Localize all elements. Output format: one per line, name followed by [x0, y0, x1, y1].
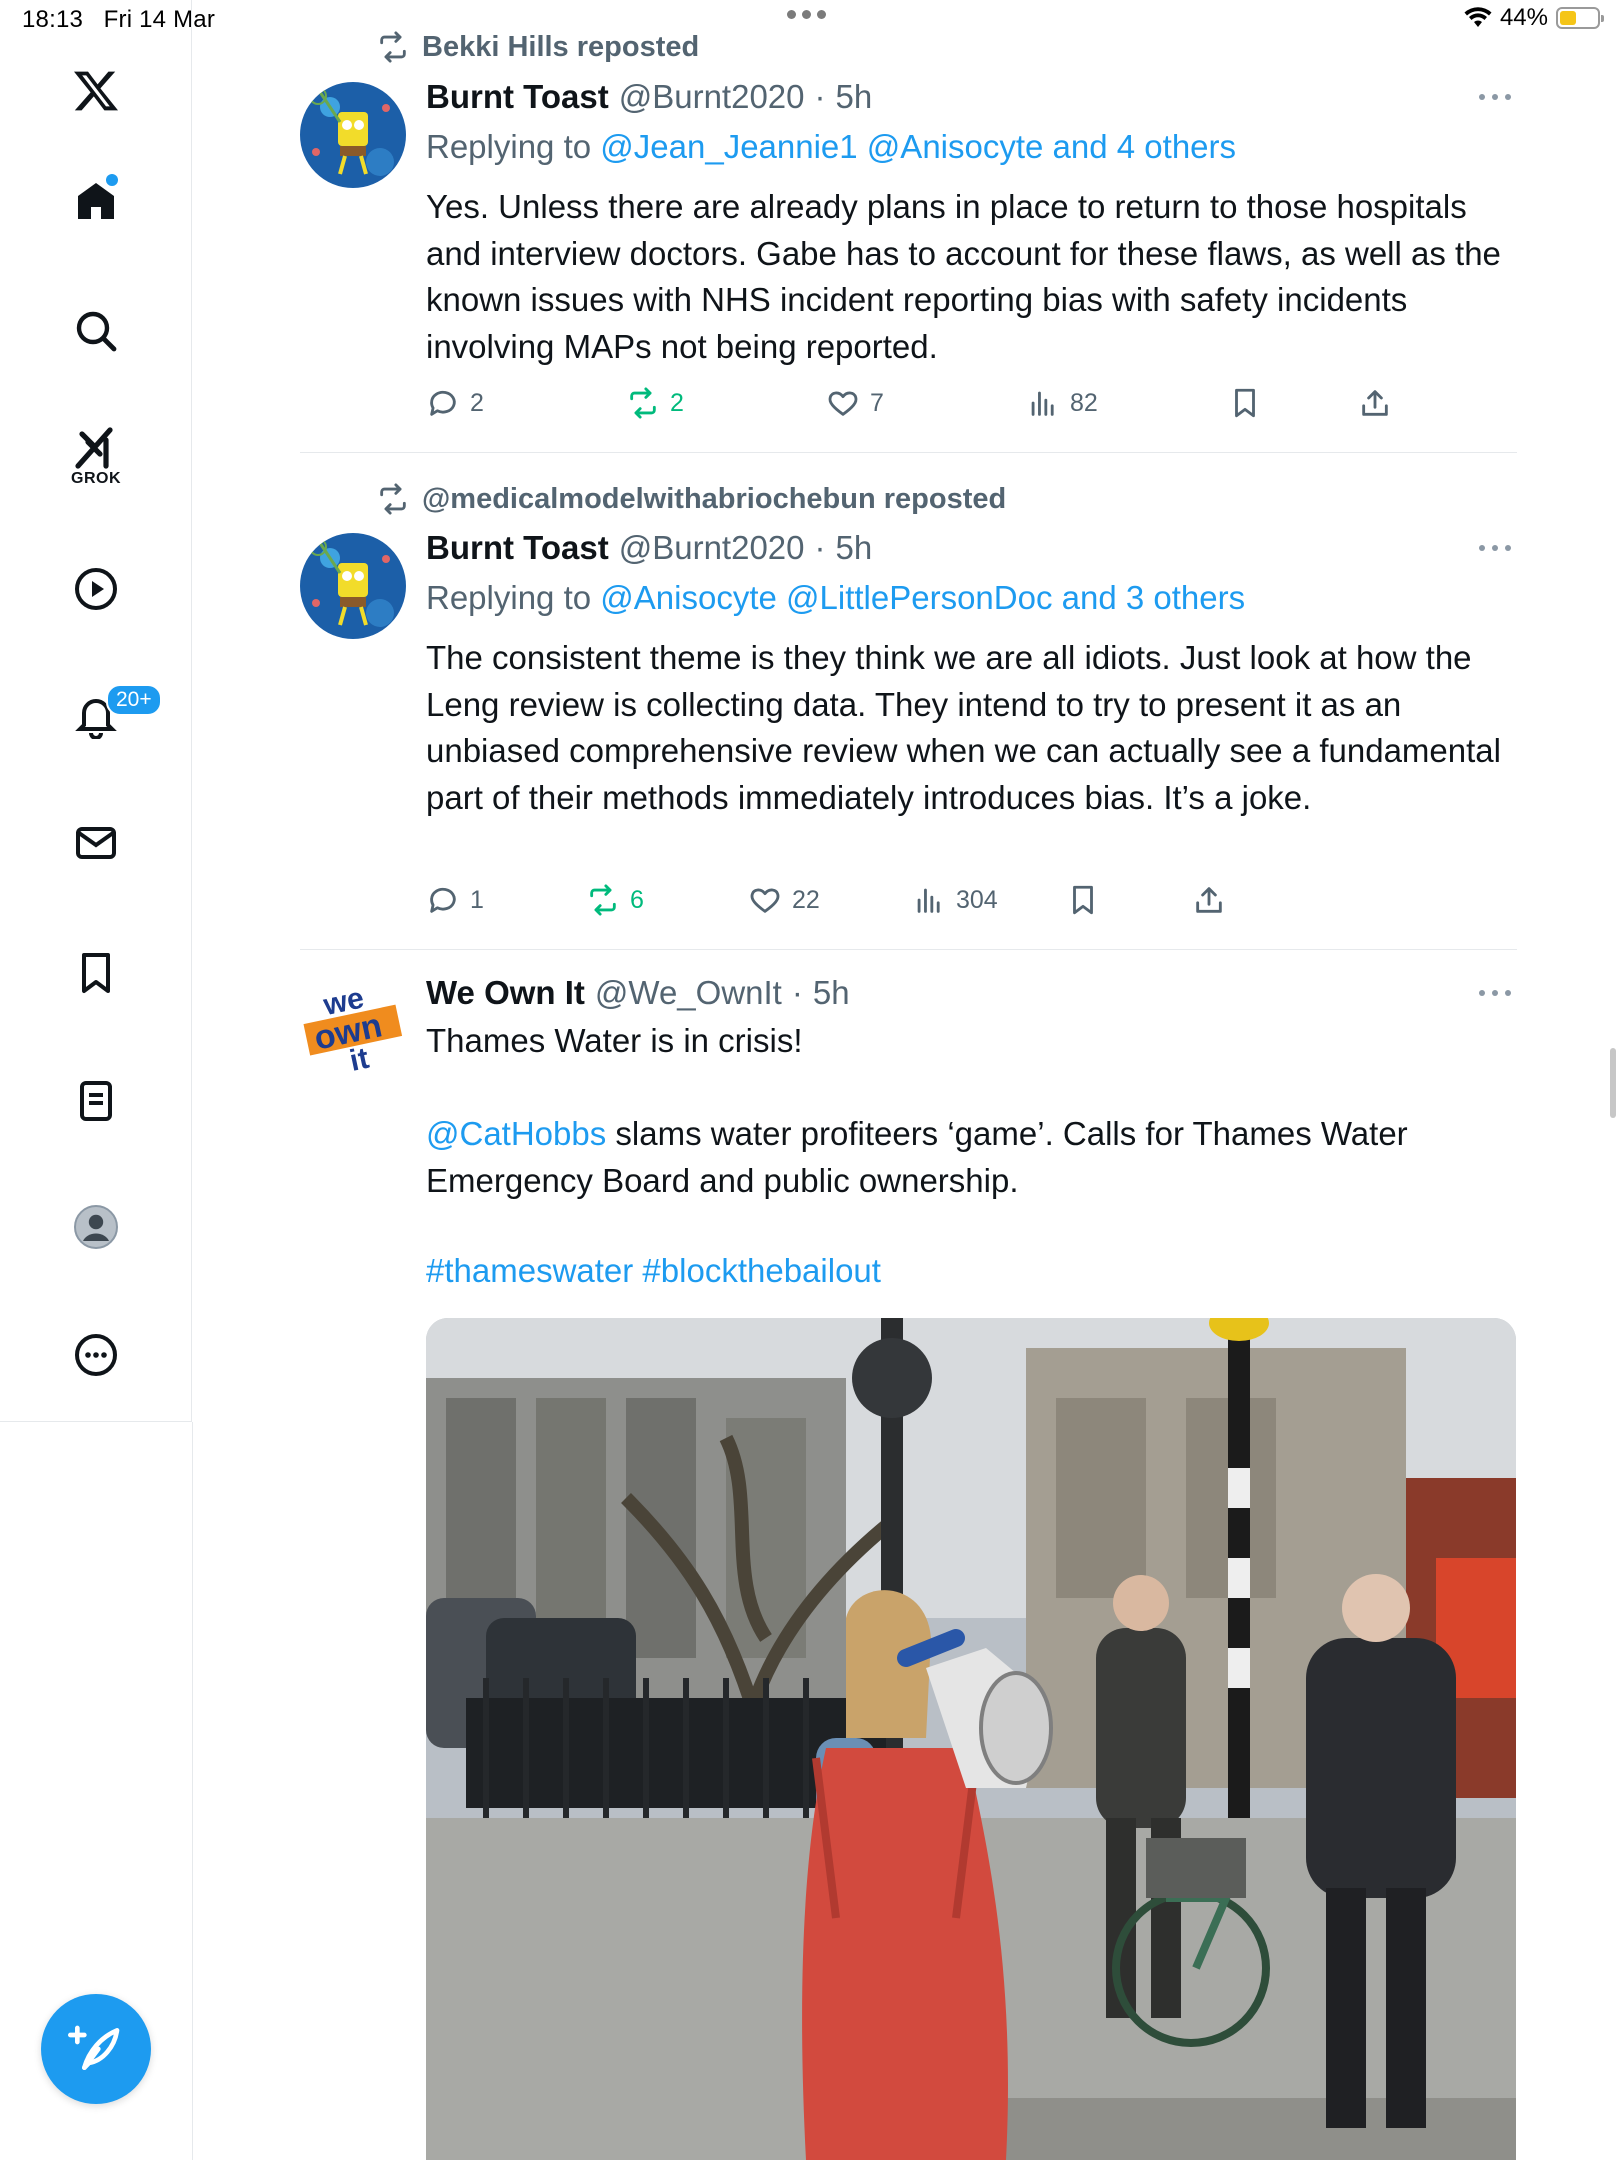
reply-bubble-icon	[430, 390, 456, 416]
sidebar: GROK 20+	[0, 0, 192, 1422]
bookmark-icon	[1073, 885, 1093, 915]
heart-icon	[828, 391, 858, 416]
views-button[interactable]: 82	[1026, 386, 1098, 420]
search-icon[interactable]	[56, 296, 136, 366]
grok-icon[interactable]: GROK	[56, 420, 136, 490]
notifications-count-badge: 20+	[106, 684, 162, 716]
share-button[interactable]	[1358, 386, 1392, 420]
reply-context: Replying to @Jean_Jeannie1 @Anisocyte an…	[426, 128, 1237, 165]
display-name[interactable]: Burnt Toast	[426, 529, 609, 567]
tweet-header: We Own It @We_OwnIt · 5h	[426, 974, 850, 1012]
feather-plus-icon	[68, 2025, 120, 2070]
profile-avatar-icon[interactable]	[56, 1192, 136, 1262]
scrollbar[interactable]	[1610, 1048, 1616, 1118]
tweet[interactable]: Burnt Toast @Burnt2020 · 5h Replying to …	[300, 529, 1517, 949]
compose-post-button[interactable]	[41, 1994, 151, 2104]
reply-count: 1	[470, 885, 484, 914]
notifications-bell-icon[interactable]: 20+	[56, 680, 162, 750]
lists-icon[interactable]	[56, 1066, 136, 1136]
like-button[interactable]: 22	[748, 883, 820, 917]
share-icon	[1196, 887, 1222, 913]
tweet-text: The consistent theme is they think we ar…	[426, 639, 1501, 816]
bookmark-button[interactable]	[1066, 883, 1100, 917]
bookmark-icon	[1235, 388, 1255, 418]
user-avatar[interactable]	[300, 82, 406, 188]
user-handle[interactable]: @Burnt2020	[619, 78, 805, 116]
repost-by-text: Bekki Hills reposted	[422, 30, 700, 63]
messages-envelope-icon[interactable]	[56, 808, 136, 878]
reply-button[interactable]: 1	[426, 883, 484, 917]
reply-mentions-link[interactable]: @Anisocyte @LittlePersonDoc and 3 others	[600, 579, 1245, 616]
repost-indicator: @medicalmodelwithabriochebun reposted	[376, 482, 1006, 516]
repost-count: 6	[630, 885, 644, 914]
repost-by-text: @medicalmodelwithabriochebun reposted	[422, 482, 1007, 515]
tweet-more-icon[interactable]	[1475, 82, 1515, 112]
battery-percent: 44%	[1499, 4, 1548, 31]
tweet-divider	[300, 452, 1517, 453]
tweet-header: Burnt Toast @Burnt2020 · 5h	[426, 529, 873, 567]
view-count: 304	[956, 885, 998, 914]
like-count: 22	[792, 885, 820, 914]
user-avatar[interactable]: we own it	[300, 978, 406, 1084]
sidebar-divider	[192, 1422, 193, 2160]
views-button[interactable]: 304	[912, 883, 998, 917]
grok-label: GROK	[71, 470, 121, 487]
repost-icon	[380, 483, 406, 515]
wifi-icon	[1464, 7, 1492, 27]
bookmark-button[interactable]	[1228, 386, 1262, 420]
repost-icon	[380, 31, 406, 63]
tweet-text-line2: @CatHobbs slams water profiteers ‘game’.…	[426, 1115, 1408, 1199]
x-logo-icon[interactable]	[56, 56, 136, 126]
home-icon[interactable]	[56, 166, 136, 236]
share-button[interactable]	[1192, 883, 1226, 917]
repost-indicator: Bekki Hills reposted	[376, 30, 699, 64]
timestamp[interactable]: 5h	[836, 529, 873, 567]
views-chart-icon	[1031, 391, 1054, 416]
hashtag-links[interactable]: #thameswater #blockthebailout	[426, 1252, 881, 1289]
like-button[interactable]: 7	[826, 386, 884, 420]
multitasking-dots[interactable]	[787, 10, 826, 19]
like-count: 7	[870, 388, 884, 417]
repost-button[interactable]: 6	[586, 883, 644, 917]
display-name[interactable]: Burnt Toast	[426, 78, 609, 116]
repost-button[interactable]: 2	[626, 386, 684, 420]
reply-bubble-icon	[430, 887, 456, 913]
bookmarks-icon[interactable]	[56, 938, 136, 1008]
status-right: 44%	[1464, 4, 1604, 32]
share-icon	[1362, 390, 1388, 416]
heart-icon	[750, 888, 780, 913]
repost-icon	[630, 387, 656, 419]
tweet-video-media[interactable]	[426, 1318, 1516, 2160]
timestamp[interactable]: 5h	[836, 78, 873, 116]
tweet-header: Burnt Toast @Burnt2020 · 5h	[426, 78, 873, 116]
video-play-icon[interactable]	[56, 554, 136, 624]
tweet-hashtags: #thameswater #blockthebailout	[426, 1248, 1516, 1295]
tweet[interactable]: Burnt Toast @Burnt2020 · 5h Replying to …	[300, 78, 1517, 448]
reply-button[interactable]: 2	[426, 386, 484, 420]
tweet-divider	[300, 949, 1517, 950]
mention-link[interactable]: @CatHobbs	[426, 1115, 606, 1152]
user-handle[interactable]: @We_OwnIt	[595, 974, 782, 1012]
timestamp[interactable]: 5h	[813, 974, 850, 1012]
user-handle[interactable]: @Burnt2020	[619, 529, 805, 567]
reply-context: Replying to @Anisocyte @LittlePersonDoc …	[426, 579, 1246, 616]
repost-icon	[590, 884, 616, 916]
tweet-more-icon[interactable]	[1475, 533, 1515, 563]
video-frame-image	[426, 1318, 1516, 2160]
home-unread-dot	[106, 174, 118, 186]
display-name[interactable]: We Own It	[426, 974, 585, 1012]
view-count: 82	[1070, 388, 1098, 417]
views-chart-icon	[917, 888, 940, 913]
user-avatar[interactable]	[300, 533, 406, 639]
tweet-text: Yes. Unless there are already plans in p…	[426, 188, 1501, 365]
repost-count: 2	[670, 388, 684, 417]
tweet-more-icon[interactable]	[1475, 978, 1515, 1008]
reply-mentions-link[interactable]: @Jean_Jeannie1 @Anisocyte and 4 others	[600, 128, 1236, 165]
reply-count: 2	[470, 388, 484, 417]
battery-icon	[1556, 7, 1604, 29]
tweet-text-line1: Thames Water is in crisis!	[426, 1022, 803, 1059]
more-options-icon[interactable]	[56, 1320, 136, 1390]
